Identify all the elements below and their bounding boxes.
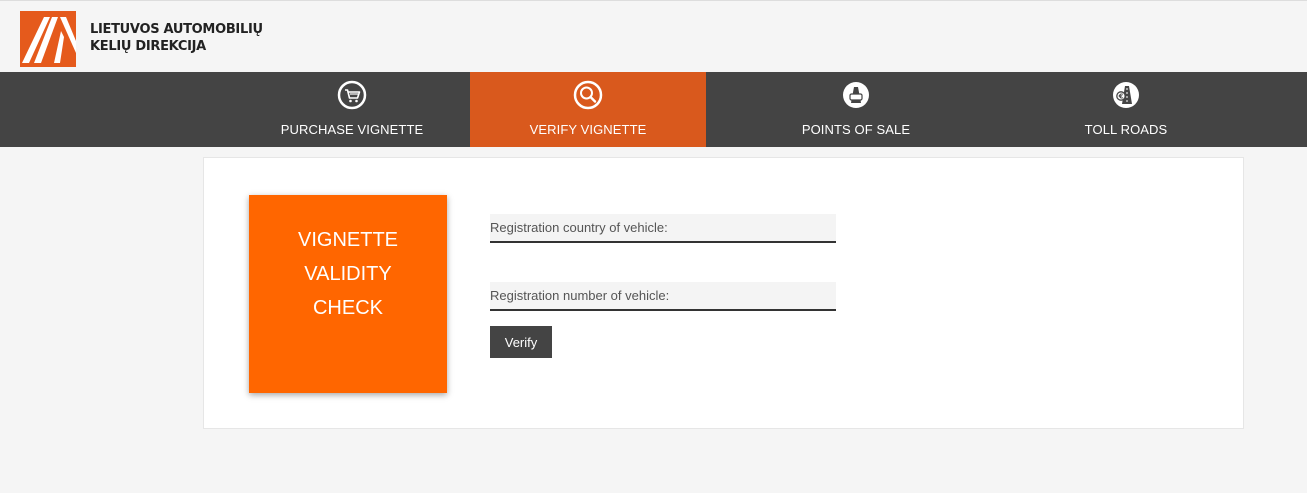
nav-label: POINTS OF SALE [801,122,911,137]
nav-item-toll-roads[interactable]: € TOLL ROADS [1008,72,1244,147]
banner-line-3: CHECK [312,297,383,319]
vignette-check-card: VIGNETTE VALIDITY CHECK Verify [203,157,1244,429]
brand-name[interactable]: LIETUVOS AUTOMOBILIŲ KELIŲ DIREKCIJA [90,21,263,55]
nav-label: VERIFY VIGNETTE [529,122,647,137]
nav-label: TOLL ROADS [1084,122,1168,137]
nav-label: PURCHASE VIGNETTE [280,122,424,137]
brand-line-2: KELIŲ DIREKCIJA [90,39,206,54]
main-nav: PURCHASE VIGNETTE VERIFY VIGNETTE POINTS… [0,72,1307,147]
road-logo-icon [22,17,76,63]
verify-button[interactable]: Verify [490,326,552,358]
nav-item-points-of-sale[interactable]: POINTS OF SALE [738,72,974,147]
banner-line-1: VIGNETTE [297,229,398,251]
brand-line-1: LIETUVOS AUTOMOBILIŲ [90,22,263,37]
registration-country-field[interactable] [490,214,836,243]
road-car-icon [843,82,869,108]
vignette-validity-banner: VIGNETTE VALIDITY CHECK [249,195,447,393]
nav-item-purchase-vignette[interactable]: PURCHASE VIGNETTE [234,72,470,147]
shopping-cart-icon [337,80,367,110]
logo-mark[interactable] [20,11,76,67]
header: LIETUVOS AUTOMOBILIŲ KELIŲ DIREKCIJA [0,0,1307,72]
magnifier-icon [573,80,603,110]
registration-number-field[interactable] [490,282,836,311]
banner-line-2: VALIDITY [304,263,392,285]
svg-text:€: € [1118,93,1124,101]
nav-item-verify-vignette[interactable]: VERIFY VIGNETTE [470,72,706,147]
euro-road-icon: € [1113,82,1139,108]
